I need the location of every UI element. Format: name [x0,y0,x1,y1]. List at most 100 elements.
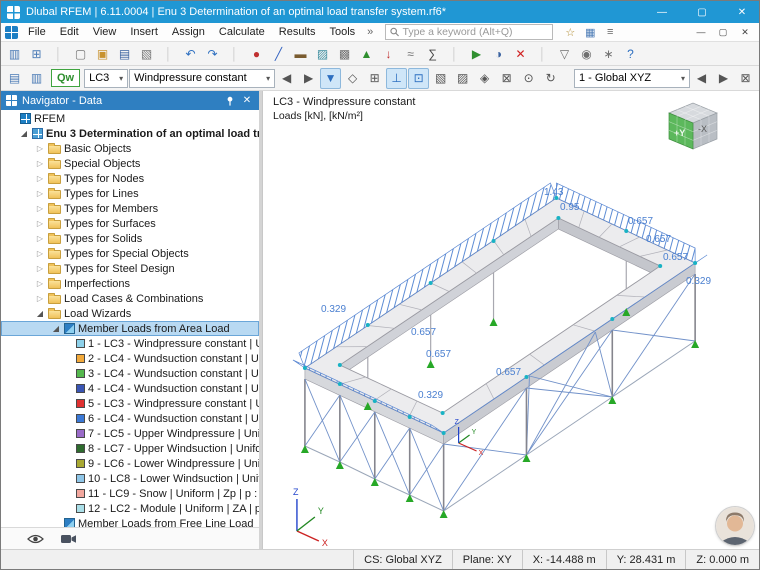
menu-item[interactable]: View [87,26,123,38]
tree-item[interactable]: Types for Members [1,201,259,216]
dock-tables-icon[interactable]: ▥ [26,68,47,89]
visibility-eye-icon[interactable] [27,533,44,545]
navigator-close-icon[interactable]: ✕ [240,95,254,106]
node-icon[interactable]: ● [246,43,267,64]
tree-item[interactable]: Load Wizards [1,306,259,321]
tree-item[interactable]: Types for Surfaces [1,216,259,231]
tree-item[interactable]: Member Loads from Free Line Load [1,516,259,527]
member-icon[interactable]: ▬ [290,43,311,64]
view-pointer-icon[interactable]: ▼ [320,68,341,89]
tree-expander-icon[interactable] [19,126,29,141]
separator[interactable]: │ [158,43,179,64]
tree-expander-icon[interactable] [35,306,45,321]
tree-expander-icon[interactable] [35,261,45,276]
navigator-panel-icon[interactable]: ▥ [4,43,25,64]
layout-icon[interactable]: ▦ [581,24,599,40]
save-icon[interactable]: ▤ [114,43,135,64]
visibility-icon[interactable]: ◉ [576,43,597,64]
favorites-icon[interactable]: ☆ [561,24,579,40]
combinations-icon[interactable]: ∑ [422,43,443,64]
mdi-restore-icon[interactable]: ▢ [713,24,733,41]
coordinate-system-selector[interactable]: 1 - Global XYZ [574,69,690,88]
tree-item[interactable]: 9 - LC6 - Lower Windpressure | Uniform |… [1,456,259,471]
maximize-icon[interactable]: ▢ [685,1,719,23]
line-icon[interactable]: ╱ [268,43,289,64]
tree-item[interactable]: 10 - LC8 - Lower Windsuction | Uniform |… [1,471,259,486]
menu-item[interactable]: Assign [166,26,211,38]
calculate-icon[interactable]: ▶ [466,43,487,64]
help-icon[interactable]: ? [620,43,641,64]
undo-icon[interactable]: ↶ [180,43,201,64]
filter-icon[interactable]: ▽ [554,43,575,64]
tree-expander-icon[interactable] [35,201,45,216]
tree-expander-icon[interactable] [51,321,61,336]
tree-item[interactable]: 7 - LC5 - Upper Windpressure | Uniform |… [1,426,259,441]
surface-icon[interactable]: ▨ [312,43,333,64]
ortho-view-icon[interactable]: ⊥ [386,68,407,89]
tree-item[interactable]: Types for Lines [1,186,259,201]
tables-icon[interactable]: ⊞ [26,43,47,64]
tree-item[interactable]: 4 - LC4 - Wundsuction constant | Uniform… [1,381,259,396]
qw-toggle[interactable]: Qw [51,69,80,87]
tree-item[interactable]: 1 - LC3 - Windpressure constant | Unifor… [1,336,259,351]
tree-item[interactable]: Types for Nodes [1,171,259,186]
tree-item[interactable]: Types for Solids [1,231,259,246]
delete-icon[interactable]: ✕ [510,43,531,64]
camera-icon[interactable] [60,533,77,545]
grid-icon[interactable]: ⊞ [364,68,385,89]
tree-item[interactable]: Imperfections [1,276,259,291]
tree-expander-icon[interactable] [35,216,45,231]
viewport-3d[interactable]: X Y Z Z X Y 1.43 0.95 [262,91,759,549]
tree-item[interactable]: 3 - LC4 - Wundsuction constant | Uniform… [1,366,259,381]
tree-expander-icon[interactable] [35,291,45,306]
tree-item[interactable]: Types for Special Objects [1,246,259,261]
tree-item[interactable]: 6 - LC4 - Wundsuction constant | Uniform… [1,411,259,426]
menu-item[interactable]: Calculate [213,26,271,38]
zoom-window-icon[interactable]: ⊠ [496,68,517,89]
next-load-case-icon[interactable]: ▶ [298,68,319,89]
menu-item[interactable]: Results [273,26,322,38]
load-case-name-selector[interactable]: Windpressure constant [129,69,275,88]
separator[interactable]: │ [532,43,553,64]
tree-item[interactable]: 5 - LC3 - Windpressure constant | Unifor… [1,396,259,411]
plane-view-icon[interactable]: ⊡ [408,68,429,89]
menu-item[interactable]: File [22,26,52,38]
zoom-all-icon[interactable]: ⊙ [518,68,539,89]
imperfection-icon[interactable]: ≈ [400,43,421,64]
load-case-selector[interactable]: LC3 [84,69,128,88]
list-icon[interactable]: ≡ [601,24,619,40]
tree-item[interactable]: RFEM [1,111,259,126]
avatar[interactable] [716,507,754,545]
pin-icon[interactable] [225,96,235,106]
open-file-icon[interactable]: ▣ [92,43,113,64]
menu-item[interactable]: Tools [323,26,361,38]
tree-item[interactable]: 8 - LC7 - Upper Windsuction | Uniform | … [1,441,259,456]
solid-icon[interactable]: ▩ [334,43,355,64]
tree-expander-icon[interactable] [35,276,45,291]
fullscreen-icon[interactable]: ⊠ [735,68,756,89]
tree-item[interactable]: Load Cases & Combinations [1,291,259,306]
load-icon[interactable]: ↓ [378,43,399,64]
results-icon[interactable]: ◑ [488,43,509,64]
prev-load-case-icon[interactable]: ◀ [276,68,297,89]
tree-item[interactable]: Basic Objects [1,141,259,156]
tree-expander-icon[interactable] [35,171,45,186]
search-input[interactable] [402,26,548,38]
tree-expander-icon[interactable] [35,231,45,246]
next-view-icon[interactable]: ▶ [713,68,734,89]
tree-item[interactable]: Member Loads from Area Load [1,321,259,336]
dock-navigator-icon[interactable]: ▤ [4,68,25,89]
menu-item[interactable]: Edit [54,26,85,38]
render-solid-icon[interactable]: ▧ [430,68,451,89]
support-icon[interactable]: ▲ [356,43,377,64]
minimize-icon[interactable]: — [645,1,679,23]
menu-item[interactable]: Insert [124,26,164,38]
separator[interactable]: │ [444,43,465,64]
tree-expander-icon[interactable] [35,141,45,156]
print-icon[interactable]: ▧ [136,43,157,64]
tree-expander-icon[interactable] [35,186,45,201]
isometric-view-icon[interactable]: ◇ [342,68,363,89]
tree-item[interactable]: 11 - LC9 - Snow | Uniform | Zp | p : -0.… [1,486,259,501]
mdi-close-icon[interactable]: ✕ [735,24,755,41]
redo-icon[interactable]: ↷ [202,43,223,64]
